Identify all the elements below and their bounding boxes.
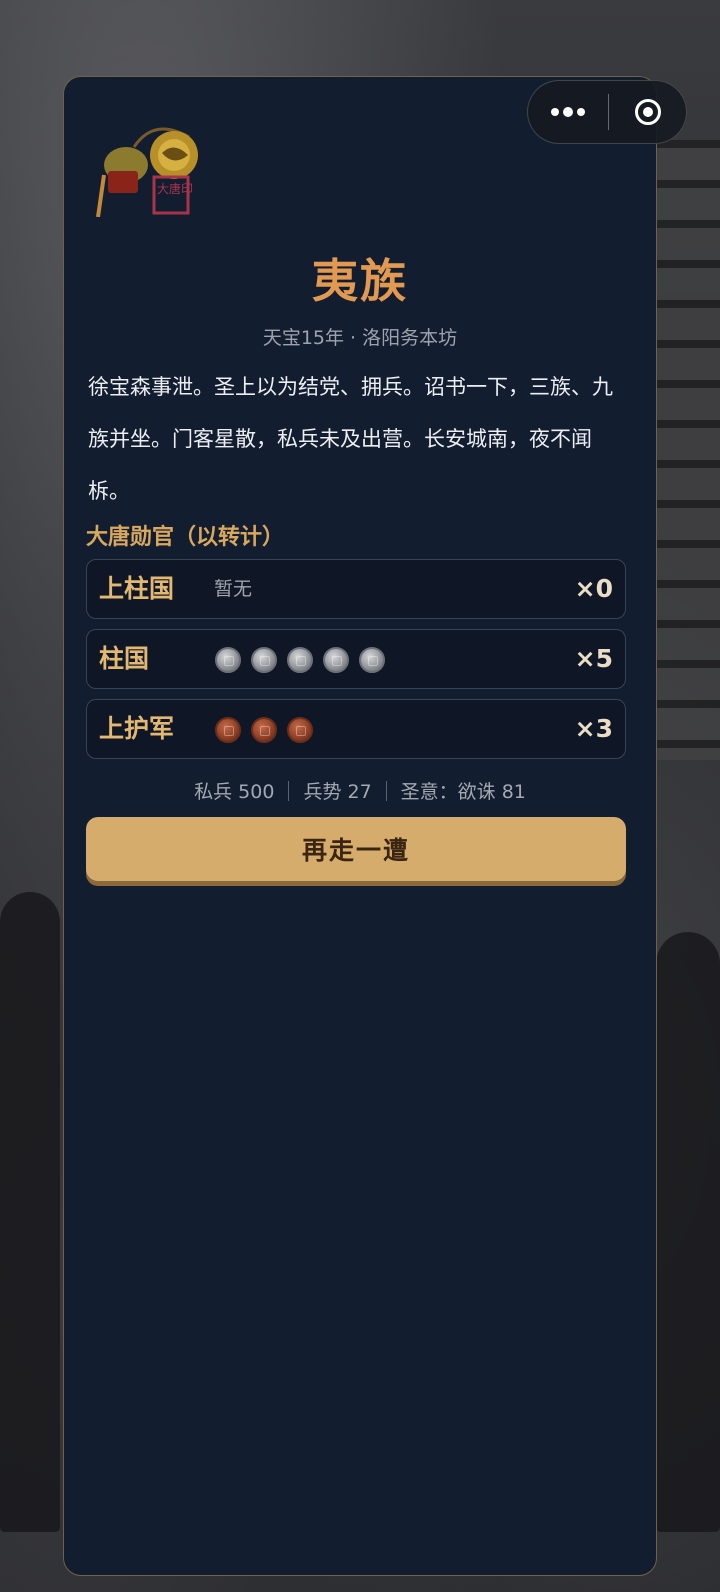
rank-count: ×0 — [574, 574, 613, 603]
silver-medal-icon — [359, 647, 385, 673]
background-figure-left — [0, 892, 60, 1532]
silver-medal-icon — [287, 647, 313, 673]
miniprogram-capsule — [527, 80, 687, 144]
silver-medal-icon — [251, 647, 277, 673]
rank-name: 柱国 — [99, 644, 150, 673]
stat-private-army: 私兵 500 — [194, 781, 275, 803]
result-narrative: 徐宝森事泄。圣上以为结党、拥兵。诏书一下，三族、九族并坐。门客星散，私兵未及出营… — [88, 375, 613, 503]
rank-row-shangzhuguo: 上柱国 暂无 ×0 — [86, 559, 626, 619]
stat-divider — [288, 781, 290, 801]
play-again-button[interactable]: 再走一遭 — [86, 817, 626, 881]
seal-pouch-emblem: 大唐印 — [96, 127, 198, 217]
rank-count: ×3 — [574, 714, 613, 743]
medal-list — [215, 647, 385, 673]
silver-medal-icon — [215, 647, 241, 673]
honors-section-title: 大唐勋官（以转计） — [86, 525, 285, 550]
silver-medal-icon — [323, 647, 349, 673]
card-fade — [64, 977, 656, 1575]
medal-list — [215, 717, 313, 743]
background-building — [648, 140, 720, 760]
rank-name: 上柱国 — [99, 574, 175, 603]
result-title: 夷族 — [312, 254, 408, 308]
rank-row-shanghujun: 上护军 ×3 — [86, 699, 626, 759]
stat-military-power: 兵势 27 — [303, 781, 372, 803]
rank-none-text: 暂无 — [214, 578, 253, 600]
background-figure-right — [656, 932, 720, 1532]
more-dots-icon[interactable] — [528, 81, 608, 143]
bronze-medal-icon — [287, 717, 313, 743]
rank-count: ×5 — [574, 644, 613, 673]
result-subtitle: 天宝15年 · 洛阳务本坊 — [262, 327, 458, 349]
target-close-icon[interactable] — [609, 99, 686, 125]
stat-imperial-will: 圣意：欲诛 81 — [400, 781, 526, 803]
rank-row-zhuguo: 柱国 ×5 — [86, 629, 626, 689]
bronze-medal-icon — [251, 717, 277, 743]
seal-text: 大唐印 — [157, 181, 193, 196]
rank-name: 上护军 — [99, 714, 175, 743]
stats-line: 私兵 500 兵势 27 圣意：欲诛 81 — [64, 777, 656, 804]
bronze-medal-icon — [215, 717, 241, 743]
result-card: 大唐印 夷族 天宝15年 · 洛阳务本坊 徐宝森事泄。圣上以为结党、拥兵。诏书一… — [63, 76, 657, 1576]
stat-divider — [385, 781, 387, 801]
